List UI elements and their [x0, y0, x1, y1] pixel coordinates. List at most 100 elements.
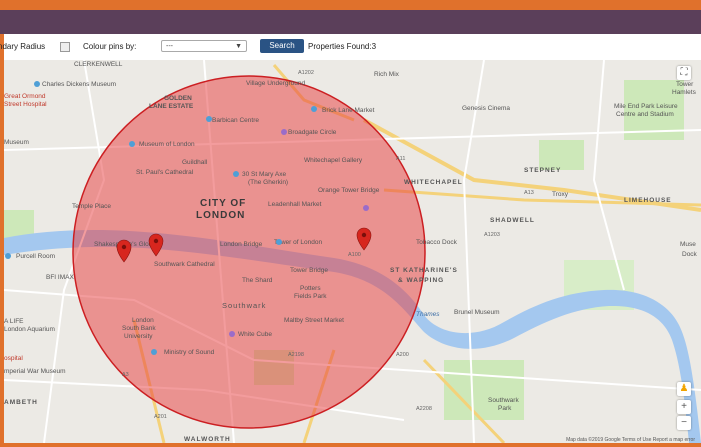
map-label: AMBETH — [4, 399, 38, 406]
poi-marker-icon[interactable] — [311, 106, 317, 112]
poi-marker-icon[interactable] — [34, 81, 40, 87]
map-label: Thames — [416, 311, 440, 318]
map-label: Brick Lane Market — [322, 107, 375, 114]
map-label: Maltby Street Market — [284, 317, 344, 324]
zoom-in-button[interactable]: + — [677, 400, 691, 414]
map-label: White Cube — [238, 331, 272, 338]
map-label: Potters — [300, 285, 321, 292]
map-label: London Bridge — [220, 241, 263, 248]
map-label: Broadgate Circle — [288, 129, 337, 136]
map-label: Rich Mix — [374, 71, 400, 78]
road — [592, 60, 625, 291]
map-label: Southwark — [222, 301, 266, 310]
poi-marker-icon[interactable] — [129, 141, 135, 147]
map-label: Village Underground — [246, 80, 306, 87]
boundary-radius-label: ndary Radius — [0, 42, 46, 51]
map-label: London — [132, 317, 154, 324]
map-label: Ministry of Sound — [164, 349, 215, 356]
colour-pins-select[interactable]: --- ▼ — [161, 40, 247, 52]
fullscreen-icon[interactable]: ⛶ — [677, 66, 691, 80]
colour-pins-selected-value: --- — [166, 43, 173, 50]
map-label: Barbican Centre — [212, 117, 259, 124]
map-label: Tobacco Dock — [416, 239, 458, 246]
road-label: A201 — [154, 414, 167, 420]
map-label: ST KATHARINE'S — [390, 267, 458, 274]
poi-marker-icon[interactable] — [5, 253, 11, 259]
map-label: LIMEHOUSE — [624, 197, 672, 204]
map-label: GOLDEN — [164, 95, 192, 102]
poi-marker-icon[interactable] — [281, 129, 287, 135]
map-label: Hamlets — [672, 89, 697, 96]
map-label: Museum of London — [139, 141, 195, 148]
map-label: St. Paul's Cathedral — [136, 169, 194, 176]
map-label: 30 St Mary Axe — [242, 171, 286, 178]
map-label: Great Ormond — [4, 93, 46, 100]
map-label: Temple Place — [72, 203, 111, 210]
map-label: Southwark Cathedral — [154, 261, 215, 268]
street-view-pegman-icon[interactable]: ♟ — [677, 382, 691, 396]
map-label: CLERKENWELL — [74, 61, 123, 68]
map-view[interactable]: CLERKENWELL Charles Dickens Museum GOLDE… — [4, 60, 701, 443]
road-label: A1202 — [298, 70, 314, 76]
road-label: A3 — [122, 372, 129, 378]
map-label: Brunel Museum — [454, 309, 500, 316]
map-label: LONDON — [196, 210, 245, 221]
map-label: WALWORTH — [184, 436, 231, 443]
map-label: Park — [498, 405, 512, 412]
map-label: Centre and Stadium — [616, 111, 674, 118]
map-label: Museum — [4, 139, 29, 146]
map-label: The Shard — [242, 277, 273, 284]
map-label: ospital — [4, 355, 23, 362]
map-label: mperial War Museum — [4, 368, 66, 375]
poi-marker-icon[interactable] — [363, 205, 369, 211]
top-accent-bar — [0, 0, 701, 10]
map-label: Tower — [676, 81, 694, 88]
map-label: Guildhall — [182, 159, 208, 166]
map-label: Street Hospital — [4, 101, 47, 108]
map-label: Troxy — [552, 191, 569, 198]
poi-marker-icon[interactable] — [233, 171, 239, 177]
map-label: Orange Tower Bridge — [318, 187, 380, 194]
map-label: WHITECHAPEL — [404, 179, 463, 186]
road-label: A1203 — [484, 232, 500, 238]
poi-marker-icon[interactable] — [229, 331, 235, 337]
map-label: Leadenhall Market — [268, 201, 322, 208]
map-label: University — [124, 333, 153, 340]
map-label: & WAPPING — [398, 277, 444, 284]
properties-found-count: Properties Found:3 — [308, 42, 377, 51]
poi-marker-icon[interactable] — [276, 239, 282, 245]
bottom-accent-bar — [0, 443, 701, 447]
boundary-radius-checkbox[interactable] — [60, 42, 70, 52]
app-header — [0, 10, 701, 34]
map-label: Southwark — [488, 397, 519, 404]
park-area — [444, 360, 524, 420]
map-label: Genesis Cinema — [462, 105, 510, 112]
map-label: CITY OF — [200, 198, 246, 209]
map-label: SHADWELL — [490, 217, 535, 224]
map-canvas[interactable]: CLERKENWELL Charles Dickens Museum GOLDE… — [4, 60, 701, 443]
map-label: BFI IMAX — [46, 274, 74, 281]
map-label: Charles Dickens Museum — [42, 81, 116, 88]
map-label: STEPNEY — [524, 167, 561, 174]
search-button[interactable]: Search — [260, 39, 304, 53]
map-label: (The Gherkin) — [248, 179, 288, 186]
map-label: Purcell Room — [16, 253, 55, 260]
park-area — [539, 140, 584, 170]
poi-marker-icon[interactable] — [151, 349, 157, 355]
map-label: South Bank — [122, 325, 156, 332]
road-label: A200 — [396, 352, 409, 358]
map-label: Whitechapel Gallery — [304, 157, 363, 164]
map-label: Fields Park — [294, 293, 327, 300]
road-label: A100 — [348, 252, 361, 258]
map-toolbar: ndary Radius Colour pins by: --- ▼ Searc… — [0, 34, 701, 60]
chevron-down-icon: ▼ — [235, 43, 242, 50]
colour-pins-label: Colour pins by: — [83, 42, 137, 51]
map-label: Muse — [680, 241, 696, 248]
map-label: London Aquarium — [4, 326, 55, 333]
map-label: LANE ESTATE — [149, 103, 194, 110]
zoom-out-button[interactable]: − — [677, 416, 691, 430]
poi-marker-icon[interactable] — [206, 116, 212, 122]
map-label: Dock — [682, 251, 698, 258]
road-label: A2198 — [288, 352, 304, 358]
road-label: A13 — [524, 190, 534, 196]
